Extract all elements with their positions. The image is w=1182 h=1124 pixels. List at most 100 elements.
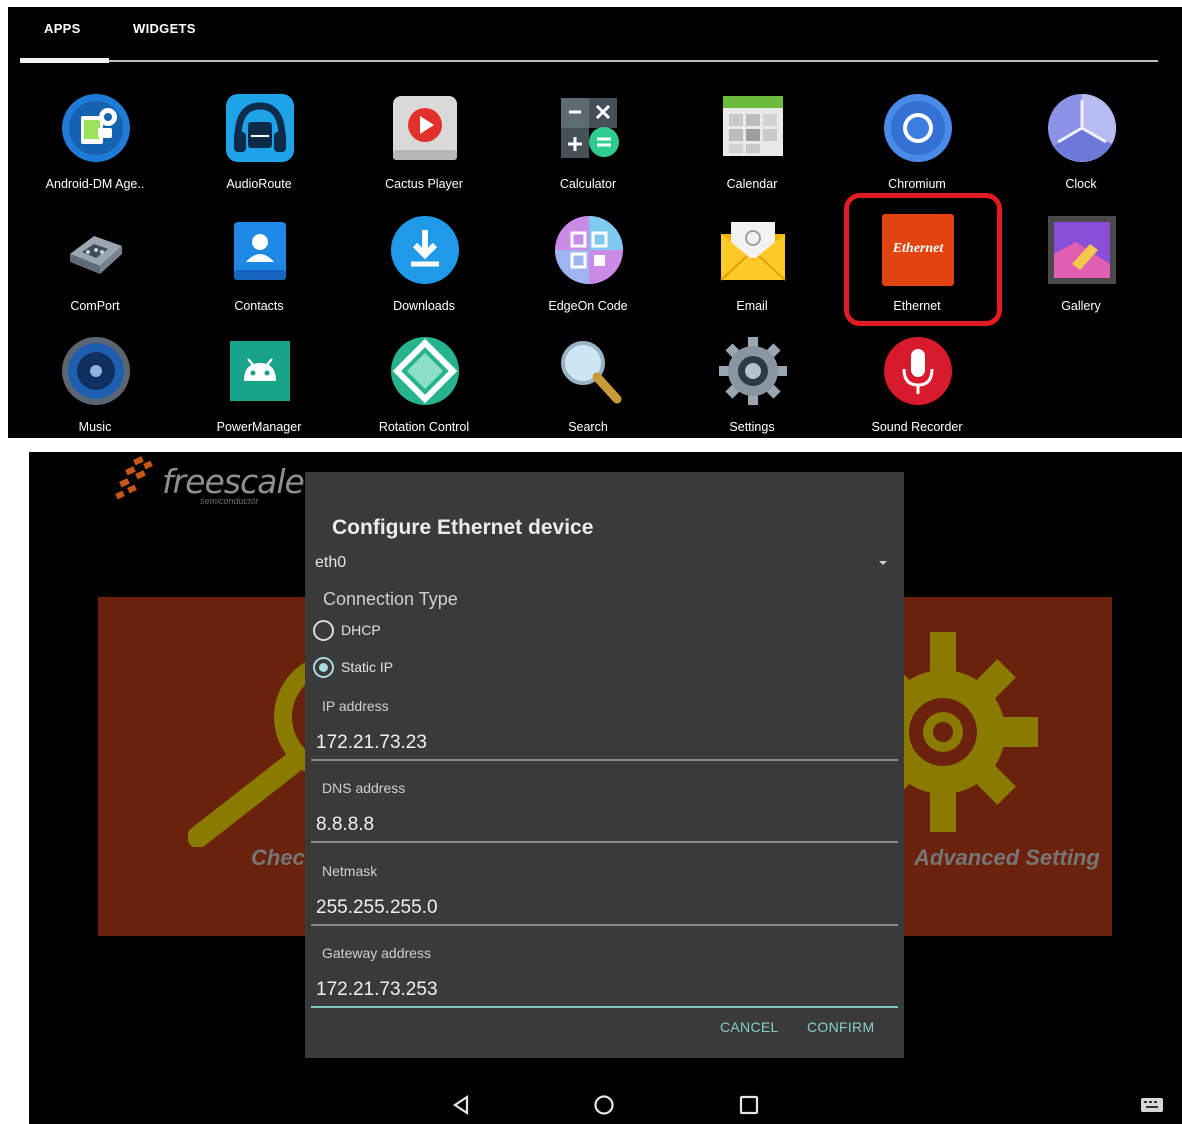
app-rotation-control[interactable]: Rotation Control	[349, 335, 499, 438]
brand-subtitle: semiconductor	[200, 496, 259, 506]
gear-icon	[878, 632, 1038, 832]
app-label: Downloads	[393, 299, 455, 313]
drawer-tabs: APPS WIDGETS	[20, 7, 1160, 67]
radio-static-ip-label: Static IP	[341, 659, 394, 675]
radio-static-ip[interactable]: Static IP	[313, 657, 513, 681]
gateway-address-label: Gateway address	[322, 945, 431, 961]
app-sound-recorder[interactable]: Sound Recorder	[842, 335, 992, 438]
search-icon	[561, 341, 622, 404]
app-powermanager[interactable]: PowerManager	[184, 335, 334, 438]
radio-static-ip-circle[interactable]	[313, 657, 334, 678]
tab-apps[interactable]: APPS	[44, 21, 81, 36]
app-label: Contacts	[234, 299, 284, 313]
app-label: EdgeOn Code	[548, 299, 628, 313]
app-label: ComPort	[70, 299, 120, 313]
dns-address-label: DNS address	[322, 780, 406, 796]
back-icon[interactable]	[450, 1094, 472, 1116]
gateway-address-underline	[311, 1006, 898, 1008]
app-label: Search	[568, 420, 608, 434]
radio-dhcp[interactable]: DHCP	[313, 620, 513, 644]
tab-divider	[20, 60, 1158, 62]
app-label: Settings	[729, 420, 775, 434]
app-label: Rotation Control	[378, 420, 470, 434]
freescale-logo: freescale semiconductor	[114, 454, 334, 514]
edgeon-code-icon	[555, 216, 623, 284]
navigation-bar	[29, 1084, 1182, 1124]
netmask-label: Netmask	[322, 863, 378, 879]
app-calculator[interactable]: Calculator	[513, 92, 663, 202]
cancel-button[interactable]: CANCEL	[720, 1019, 779, 1035]
ethernet-highlight-box	[844, 193, 1002, 326]
app-label: Chromium	[888, 177, 946, 191]
app-email[interactable]: Email	[677, 214, 827, 324]
app-chromium[interactable]: Chromium	[842, 92, 992, 202]
app-contacts[interactable]: Contacts	[184, 214, 334, 324]
confirm-button[interactable]: CONFIRM	[807, 1019, 874, 1035]
clock-icon	[1048, 94, 1116, 162]
app-label: Music	[78, 420, 112, 434]
calculator-icon	[561, 98, 619, 158]
app-label: Sound Recorder	[871, 420, 963, 434]
radio-dhcp-label: DHCP	[341, 622, 381, 638]
rotation-control-icon	[391, 337, 459, 405]
ip-address-underline	[311, 759, 898, 761]
music-icon	[62, 337, 130, 405]
app-label: Clock	[1065, 177, 1097, 191]
gateway-address-field[interactable]: 172.21.73.253	[316, 979, 438, 1001]
ip-address-label: IP address	[322, 698, 389, 714]
configure-ethernet-dialog: Configure Ethernet device eth0 Connectio…	[305, 472, 904, 1058]
cactus-player-icon	[393, 96, 457, 160]
app-calendar[interactable]: Calendar	[677, 92, 827, 202]
app-drawer-screenshot: APPS WIDGETS Android-DM Age.. AudioRoute	[8, 7, 1182, 438]
interface-dropdown[interactable]: eth0	[313, 554, 893, 580]
ethernet-config-screenshot: freescale semiconductor Check Advanced S…	[29, 452, 1182, 1124]
tab-widgets[interactable]: WIDGETS	[133, 21, 196, 36]
keyboard-icon[interactable]	[1140, 1097, 1164, 1115]
app-label: Calendar	[726, 177, 778, 191]
audioroute-icon	[226, 94, 294, 162]
app-downloads[interactable]: Downloads	[349, 214, 499, 324]
email-icon	[720, 222, 786, 281]
app-label: Android-DM Age..	[45, 177, 145, 191]
netmask-field[interactable]: 255.255.255.0	[316, 897, 438, 919]
app-music[interactable]: Music	[20, 335, 170, 438]
app-label: Gallery	[1061, 299, 1101, 313]
app-settings[interactable]: Settings	[677, 335, 827, 438]
app-cactus-player[interactable]: Cactus Player	[349, 92, 499, 202]
recents-icon[interactable]	[738, 1094, 760, 1116]
sound-recorder-icon	[884, 337, 952, 405]
app-label: AudioRoute	[226, 177, 292, 191]
netmask-underline	[311, 924, 898, 926]
app-gallery[interactable]: Gallery	[1006, 214, 1156, 324]
app-clock[interactable]: Clock	[1006, 92, 1156, 202]
freescale-logo-icon	[115, 456, 153, 500]
chromium-icon	[884, 94, 952, 162]
contacts-icon	[234, 222, 286, 280]
dialog-title: Configure Ethernet device	[332, 516, 594, 539]
interface-value: eth0	[315, 554, 347, 571]
advanced-setting-label: Advanced Setting	[914, 845, 1100, 870]
dns-address-underline	[311, 841, 898, 843]
settings-icon	[719, 337, 787, 405]
radio-dhcp-circle[interactable]	[313, 620, 334, 641]
home-icon[interactable]	[593, 1094, 615, 1116]
app-edgeon-code[interactable]: EdgeOn Code	[513, 214, 663, 324]
app-label: Calculator	[559, 177, 617, 191]
comport-icon	[70, 236, 122, 274]
app-search[interactable]: Search	[513, 335, 663, 438]
app-label: PowerManager	[216, 420, 302, 434]
downloads-icon	[391, 216, 459, 284]
calendar-icon	[723, 96, 783, 156]
app-audioroute[interactable]: AudioRoute	[184, 92, 334, 202]
app-label: Cactus Player	[385, 177, 463, 191]
dns-address-field[interactable]: 8.8.8.8	[316, 814, 374, 836]
powermanager-icon	[230, 341, 290, 401]
gallery-icon	[1048, 216, 1116, 284]
connection-type-label: Connection Type	[323, 589, 458, 609]
app-comport[interactable]: ComPort	[20, 214, 170, 324]
android-dm-agent-icon	[62, 94, 130, 162]
app-android-dm-agent[interactable]: Android-DM Age..	[20, 92, 170, 202]
tab-indicator-apps	[20, 58, 109, 63]
dropdown-arrow-icon	[879, 561, 887, 565]
ip-address-field[interactable]: 172.21.73.23	[316, 732, 427, 754]
